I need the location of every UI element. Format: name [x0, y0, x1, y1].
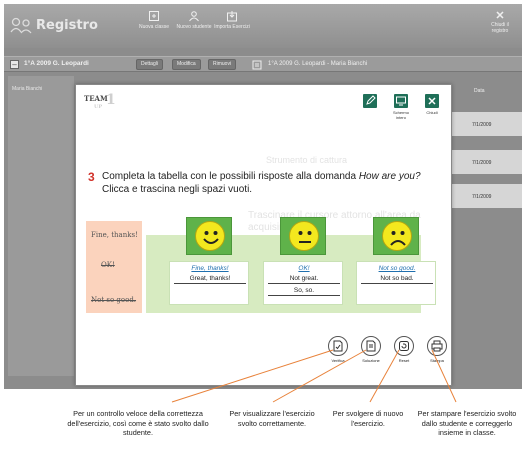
screenshot: Registro Nuova classe Nuovo studente Imp… — [0, 0, 527, 471]
callout-lines — [171, 349, 457, 403]
caption-print: Per stampare l'esercizio svolto dallo st… — [417, 409, 517, 437]
caption-verify: Per un controllo veloce della correttezz… — [67, 409, 209, 437]
caption-solution: Per visualizzare l'esercizio svolto corr… — [229, 409, 315, 428]
callout-line-reset — [369, 349, 400, 403]
callout-line-verify — [171, 349, 334, 403]
caption-reset: Per svolgere di nuovo l'esercizio. — [332, 409, 404, 428]
callout-line-solution — [272, 349, 367, 403]
callout-line-print — [431, 349, 457, 403]
